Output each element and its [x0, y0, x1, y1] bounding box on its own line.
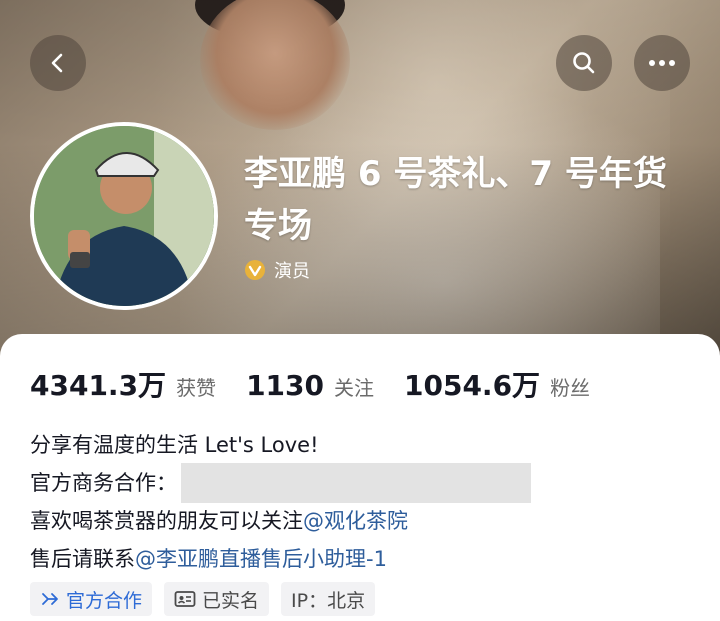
tag-ip-location-label: IP：北京 [291, 589, 366, 612]
avatar-image [34, 126, 214, 306]
bio-line: 分享有温度的生活 Let's Love! [30, 426, 700, 464]
redacted-contact [181, 463, 531, 503]
verified-row: 演员 [244, 256, 310, 284]
stat-following-label: 关注 [334, 376, 374, 400]
bio-line-4: 售后请联系 [30, 547, 135, 571]
tag-row: 官方合作 已实名 IP：北京 [30, 582, 387, 616]
stat-followers[interactable]: 1054.6万 粉丝 [404, 364, 590, 404]
mention-link-after-sales[interactable]: @李亚鹏直播售后小助理-1 [135, 540, 387, 578]
stat-followers-label: 粉丝 [550, 376, 591, 400]
back-arrow-icon [51, 53, 63, 73]
mention-link-tea-house[interactable]: @观化茶院 [303, 502, 408, 540]
stat-likes-label: 获赞 [176, 376, 217, 400]
tag-official-cooperation[interactable]: 官方合作 [30, 582, 153, 616]
stats-row: 4341.3万 获赞 1130 关注 1054.6万 粉丝 [30, 364, 620, 404]
more-button[interactable] [634, 35, 690, 91]
back-button[interactable] [30, 35, 86, 91]
stat-followers-value: 1054.6万 [404, 369, 541, 402]
verified-label: 演员 [274, 261, 310, 282]
stat-following[interactable]: 1130 关注 [246, 369, 374, 402]
bio-line-3: 喜欢喝茶赏器的朋友可以关注 [30, 509, 303, 533]
more-icon [649, 60, 675, 66]
bio-line-1: 分享有温度的生活 Let's Love! [30, 433, 319, 457]
profile-header: 李亚鹏 6 号茶礼、7 号年货专场 演员 [0, 0, 720, 360]
verified-badge-icon [245, 260, 265, 280]
id-card-icon [174, 591, 196, 607]
search-button[interactable] [556, 35, 612, 91]
stat-likes-value: 4341.3万 [30, 369, 167, 402]
bio-business-label: 官方商务合作： [30, 471, 177, 495]
bio-line: 售后请联系 @李亚鹏直播售后小助理-1 [30, 540, 700, 578]
official-cooperation-icon [42, 593, 58, 605]
bio-line: 喜欢喝茶赏器的朋友可以关注 @观化茶院 [30, 502, 700, 540]
profile-title: 李亚鹏 6 号茶礼、7 号年货专场 [244, 154, 667, 246]
bio: 分享有温度的生活 Let's Love! 官方商务合作： 喜欢喝茶赏器的朋友可以… [30, 426, 700, 578]
bio-line: 官方商务合作： [30, 463, 700, 503]
tag-verified-identity-label: 已实名 [202, 589, 260, 612]
avatar[interactable] [30, 122, 218, 310]
tag-verified-identity[interactable]: 已实名 [164, 582, 270, 616]
stat-likes: 4341.3万 获赞 [30, 364, 216, 404]
profile-info-card: 4341.3万 获赞 1130 关注 1054.6万 粉丝 分享有温度的生活 L… [0, 334, 720, 621]
tag-official-cooperation-label: 官方合作 [66, 589, 143, 612]
stat-following-value: 1130 [246, 369, 324, 402]
tag-ip-location: IP：北京 [281, 582, 376, 616]
search-icon [573, 52, 595, 74]
